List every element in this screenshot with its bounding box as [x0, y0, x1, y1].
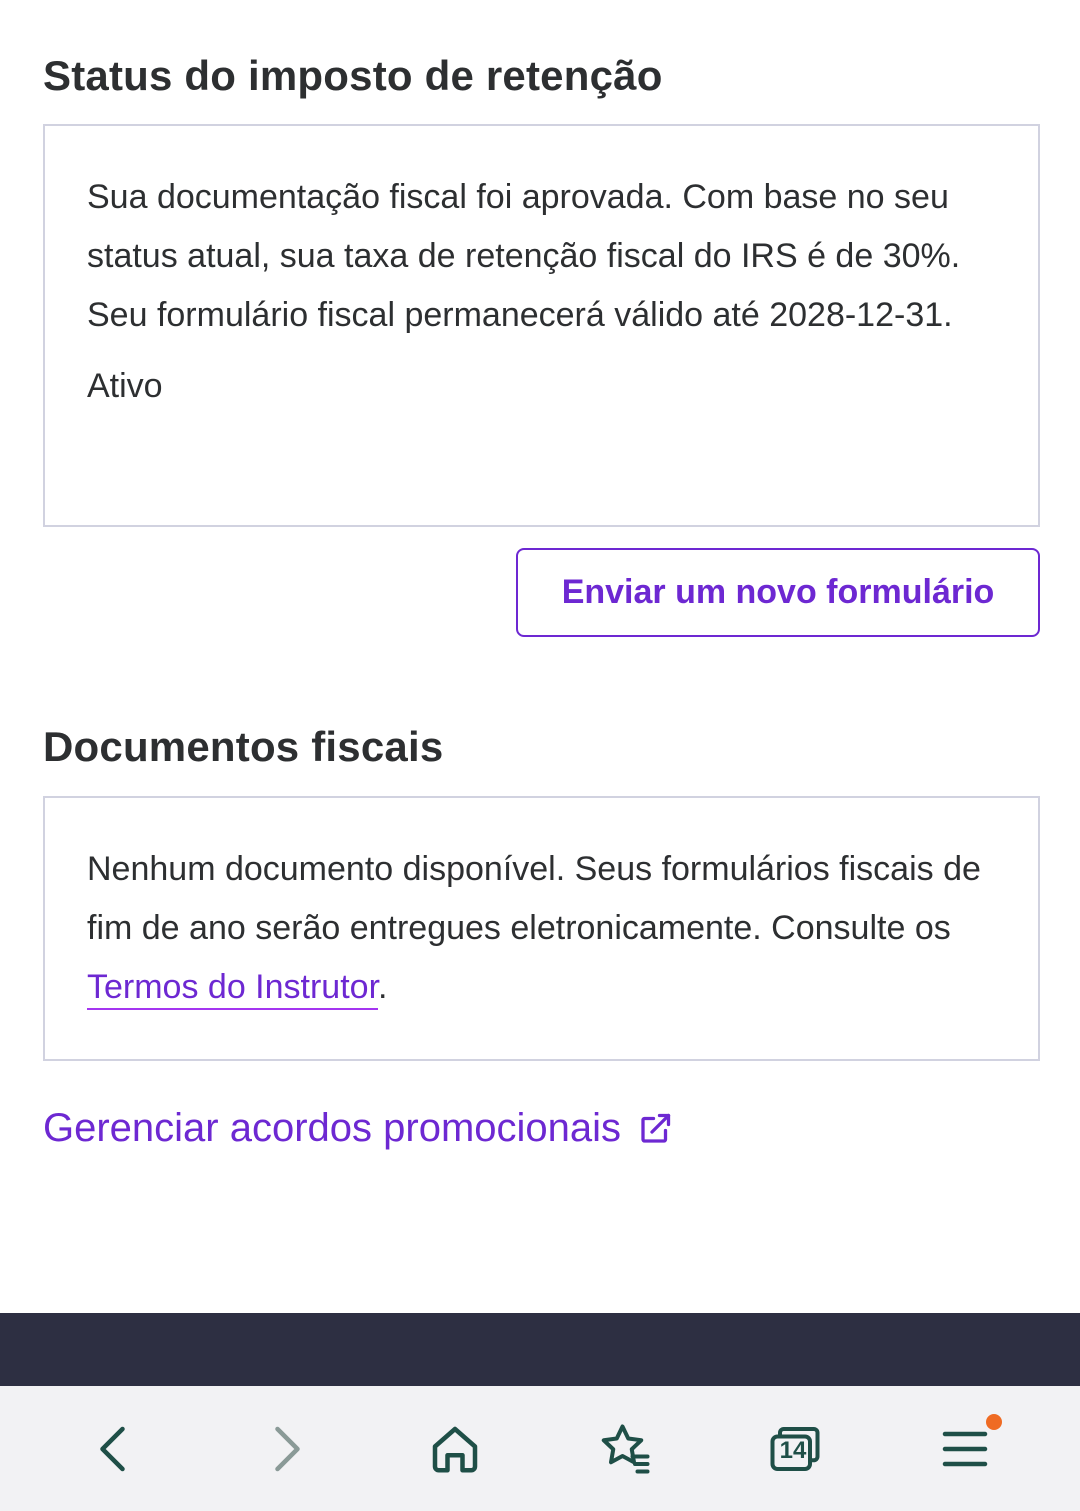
back-button[interactable] [70, 1404, 160, 1494]
withholding-status-title: Status do imposto de retenção [43, 52, 663, 99]
tax-documents-message-text: Nenhum documento disponível. Seus formul… [87, 850, 981, 947]
bookmarks-button[interactable] [580, 1404, 670, 1494]
footer-band [0, 1313, 1080, 1386]
tax-documents-card: Nenhum documento disponível. Seus formul… [43, 796, 1040, 1061]
manage-promotional-agreements-link[interactable]: Gerenciar acordos promocionais [43, 1106, 673, 1151]
home-icon [432, 1426, 478, 1472]
tabs-button[interactable]: 14 [750, 1404, 840, 1494]
withholding-status-card: Sua documentação fiscal foi aprovada. Co… [43, 124, 1040, 527]
tab-count: 14 [779, 1436, 807, 1464]
withholding-message: Sua documentação fiscal foi aprovada. Co… [87, 178, 961, 334]
tax-settings-page: Status do imposto de retenção Sua docume… [0, 0, 1080, 1511]
tax-documents-message: Nenhum documento disponível. Seus formul… [87, 840, 996, 1017]
withholding-status-value: Ativo [87, 367, 163, 405]
browser-toolbar: 14 [0, 1386, 1080, 1511]
tax-documents-message-end: . [378, 968, 388, 1006]
forward-button[interactable] [240, 1404, 330, 1494]
back-icon [100, 1426, 125, 1471]
instructor-terms-link[interactable]: Termos do Instrutor [87, 968, 379, 1010]
bookmarks-icon [601, 1424, 650, 1473]
submit-new-form-button[interactable]: Enviar um novo formulário [516, 548, 1040, 637]
menu-notification-dot [986, 1413, 1002, 1430]
menu-button[interactable] [920, 1404, 1010, 1494]
forward-icon [275, 1426, 300, 1471]
manage-promotional-agreements-label: Gerenciar acordos promocionais [43, 1106, 622, 1150]
menu-icon [942, 1431, 988, 1466]
home-button[interactable] [410, 1404, 500, 1494]
tax-documents-title: Documentos fiscais [43, 723, 444, 770]
external-link-icon [641, 1113, 671, 1143]
